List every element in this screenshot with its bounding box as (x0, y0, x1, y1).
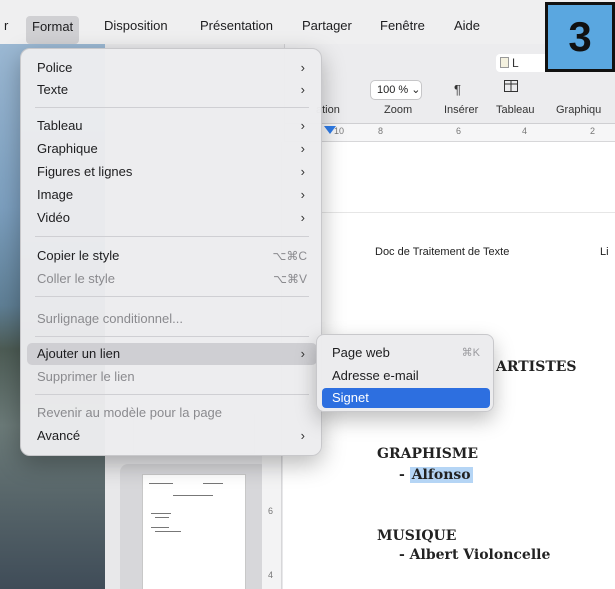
list-item-musique[interactable]: - Albert Violoncelle (399, 547, 550, 563)
menu-item-ajouter-un-lien[interactable]: Ajouter un lien › (27, 343, 317, 365)
page-thumbnail-selected-frame[interactable] (120, 464, 268, 589)
menu-item-label: Revenir au modèle pour la page (37, 405, 223, 420)
chevron-right-icon: › (300, 428, 305, 443)
menu-separator (35, 107, 309, 108)
menu-fenetre[interactable]: Fenêtre (380, 18, 425, 33)
chevron-right-icon: › (300, 141, 305, 156)
menu-item-video[interactable]: Vidéo › (27, 207, 317, 229)
menu-item-avance[interactable]: Avancé › (27, 425, 317, 447)
toolbar-label-zoom[interactable]: Zoom (384, 104, 412, 116)
menu-item-label: Ajouter un lien (37, 346, 121, 361)
submenu-item-page-web[interactable]: Page web ⌘K (322, 343, 490, 363)
heading-musique[interactable]: MUSIQUE (377, 528, 456, 544)
menu-item-copier-le-style[interactable]: Copier le style ⌥⌘C (27, 245, 317, 267)
add-link-submenu: Page web ⌘K Adresse e-mail Signet (316, 334, 494, 412)
menu-item-shortcut: ⌥⌘V (273, 272, 307, 286)
app-screen: r Format Disposition Présentation Partag… (0, 0, 615, 589)
chevron-right-icon: › (300, 187, 305, 202)
format-menu: Police › Texte › Tableau › Graphique › Figur… (20, 48, 322, 456)
menu-item-figures-et-lignes[interactable]: Figures et lignes › (27, 161, 317, 183)
menu-item-label: Avancé (37, 428, 81, 443)
page-break-divider (283, 212, 615, 213)
menu-partager[interactable]: Partager (302, 18, 352, 33)
page-thumbnail[interactable] (142, 474, 246, 589)
menu-item-label: Tableau (37, 118, 83, 133)
menu-item-shortcut: ⌥⌘C (272, 249, 308, 263)
chevron-right-icon: › (300, 82, 305, 97)
menu-item-label: Graphique (37, 141, 98, 156)
paragraph-icon[interactable]: ¶ (454, 82, 461, 97)
chevron-right-icon: › (300, 210, 305, 225)
toolbar-label-tableau[interactable]: Tableau (496, 104, 535, 116)
chevron-right-icon: › (300, 60, 305, 75)
menu-separator (35, 336, 309, 337)
menu-item-coller-le-style: Coller le style ⌥⌘V (27, 268, 317, 290)
menu-disposition[interactable]: Disposition (104, 18, 168, 33)
menu-item-label: Coller le style (37, 271, 116, 286)
document-icon (500, 57, 509, 68)
submenu-item-label: Signet (332, 390, 369, 405)
document-header-right[interactable]: Li (600, 246, 609, 258)
zoom-select[interactable]: 100 % ⌄ (370, 80, 422, 100)
menu-item-revenir-au-modele: Revenir au modèle pour la page (27, 402, 317, 424)
menu-item-supprimer-le-lien: Supprimer le lien (27, 366, 317, 388)
menu-separator (35, 394, 309, 395)
chevron-right-icon: › (300, 164, 305, 179)
menu-item-label: Copier le style (37, 248, 120, 263)
menu-item-label: Vidéo (37, 210, 71, 225)
menu-format[interactable]: Format (26, 16, 80, 44)
menu-item-surlignage-conditionnel: Surlignage conditionnel... (27, 308, 317, 330)
ruler-number: 8 (378, 126, 384, 136)
vruler-number: 6 (268, 506, 274, 516)
menu-item-tableau[interactable]: Tableau › (27, 115, 317, 137)
menu-item-label: Police (37, 60, 73, 75)
menu-bar: r Format Disposition Présentation Partag… (0, 0, 615, 44)
selected-text-alfonso[interactable]: Alfonso (409, 467, 473, 483)
menu-item-image[interactable]: Image › (27, 184, 317, 206)
chevron-right-icon: › (300, 346, 305, 361)
menu-separator (35, 296, 309, 297)
menu-separator (35, 236, 309, 237)
ruler-number: 6 (456, 126, 462, 136)
list-dash: - (399, 467, 410, 483)
vruler-number: 4 (268, 570, 274, 580)
menu-item-texte[interactable]: Texte › (27, 79, 317, 101)
document-chip-label: L (512, 56, 519, 70)
submenu-item-label: Adresse e-mail (332, 368, 419, 383)
toolbar-label-graphique[interactable]: Graphiqu (556, 104, 601, 116)
menu-r[interactable]: r (4, 18, 8, 33)
menu-item-graphique[interactable]: Graphique › (27, 138, 317, 160)
heading-artistes[interactable]: ARTISTES (496, 359, 577, 375)
submenu-item-label: Page web (332, 345, 390, 360)
chevron-right-icon: › (300, 118, 305, 133)
menu-item-label: Texte (37, 82, 69, 97)
ruler-number: 4 (522, 126, 528, 136)
menu-item-label: Figures et lignes (37, 164, 133, 179)
menu-aide[interactable]: Aide (454, 18, 480, 33)
document-header-left[interactable]: Doc de Traitement de Texte (375, 246, 509, 258)
table-icon[interactable] (504, 80, 518, 95)
menu-item-label: Surlignage conditionnel... (37, 311, 183, 326)
step-number: 3 (568, 13, 592, 60)
step-number-badge: 3 (545, 2, 615, 72)
ruler-number: 2 (590, 126, 596, 136)
menu-item-police[interactable]: Police › (27, 57, 317, 79)
indent-marker-icon[interactable] (324, 126, 336, 134)
menu-presentation[interactable]: Présentation (200, 18, 273, 33)
toolbar-label-inserer[interactable]: Insérer (444, 104, 478, 116)
list-item-graphisme[interactable]: - Alfonso (399, 467, 473, 483)
menu-item-label: Supprimer le lien (37, 369, 135, 384)
heading-graphisme[interactable]: GRAPHISME (377, 446, 478, 462)
menu-item-label: Image (37, 187, 74, 202)
submenu-item-adresse-email[interactable]: Adresse e-mail (322, 366, 490, 386)
submenu-item-shortcut: ⌘K (461, 347, 480, 359)
submenu-item-signet[interactable]: Signet (322, 388, 490, 408)
